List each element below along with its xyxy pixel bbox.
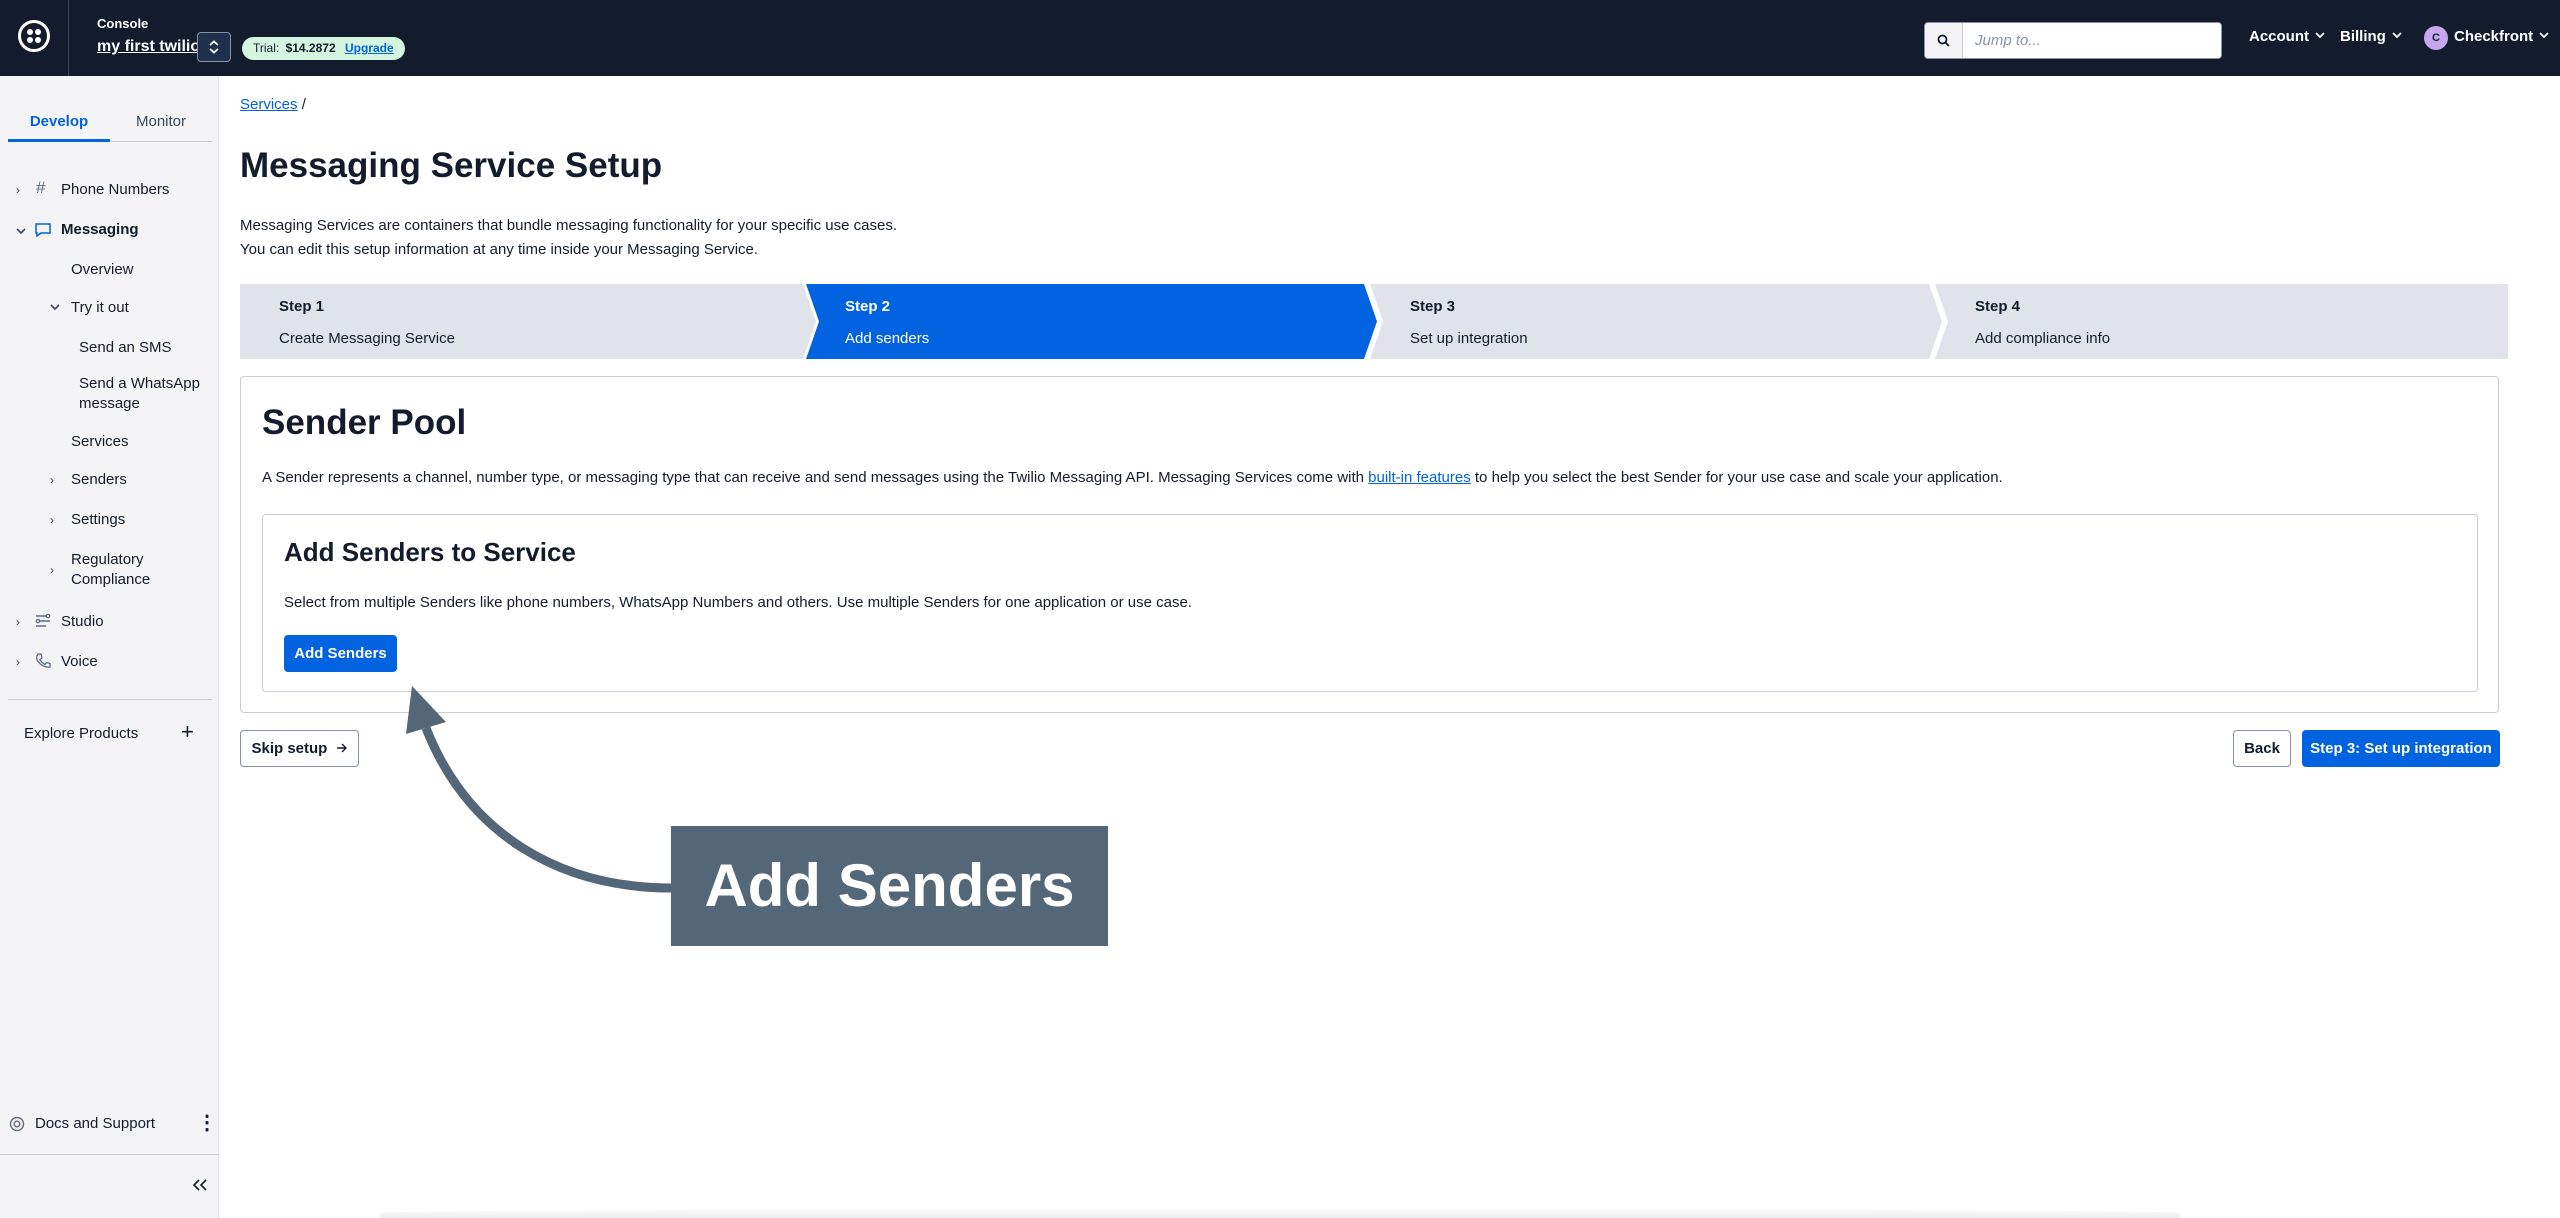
chat-icon [35,223,51,238]
chevron-right-icon[interactable]: › [16,180,20,200]
console-label: Console [97,16,149,31]
sidebar-item-settings[interactable]: Settings [71,510,125,530]
step-2-description: Add senders [845,330,930,347]
billing-menu-label: Billing [2340,28,2386,45]
chevron-down-icon [2392,32,2402,39]
add-senders-title: Add Senders to Service [284,537,576,567]
sidebar-item-send-whatsapp-line1[interactable]: Send a WhatsApp [79,374,200,394]
breadcrumb-services-link[interactable]: Services [240,96,298,113]
more-vertical-icon[interactable]: ⋮ [197,1110,217,1135]
chevron-right-icon[interactable]: › [16,652,20,672]
sidebar-item-voice[interactable]: Voice [61,652,98,672]
step-2-number: Step 2 [845,298,891,315]
breadcrumb: Services / [240,96,306,113]
chevron-right-icon[interactable]: › [50,510,54,530]
step-4-description: Add compliance info [1975,330,2111,347]
chevron-down-icon[interactable] [16,228,26,235]
account-menu[interactable]: Account [2249,28,2325,45]
search-icon [1925,23,1963,58]
add-senders-button[interactable]: Add Senders [284,635,397,672]
page-title: Messaging Service Setup [240,146,663,185]
hash-icon: # [36,178,46,197]
sidebar-divider [8,699,212,700]
sidebar: Develop Monitor [0,76,219,1218]
account-switcher-button[interactable] [197,32,231,62]
add-senders-panel: Add Senders to Service Select from multi… [262,514,2478,692]
trial-balance-badge: Trial: $14.2872 Upgrade [242,37,405,60]
jump-to-input[interactable] [1963,23,2221,58]
sidebar-item-phone-numbers[interactable]: Phone Numbers [61,180,169,200]
breadcrumb-separator: / [301,96,306,113]
sender-desc-text-after: to help you select the best Sender for y… [1470,469,2003,486]
step-1-description: Create Messaging Service [279,330,455,347]
intro-line-2: You can edit this setup information at a… [240,241,759,258]
page-intro: Messaging Services are containers that b… [240,214,897,262]
tab-develop[interactable]: Develop [8,104,110,142]
billing-menu[interactable]: Billing [2340,28,2402,45]
setup-stepper: Step 1 Create Messaging Service Step 2 A… [240,284,2508,359]
studio-icon [35,613,51,627]
sidebar-item-regulatory-line1[interactable]: Regulatory [71,550,144,570]
user-avatar[interactable]: C [2424,26,2448,50]
user-menu[interactable]: Checkfront [2454,28,2549,45]
step-3-number: Step 3 [1410,298,1456,315]
trial-label: Trial: [253,41,280,55]
skip-setup-label: Skip setup [251,740,328,757]
sidebar-footer-divider [0,1154,219,1155]
sidebar-item-messaging[interactable]: Messaging [61,220,139,240]
upgrade-link[interactable]: Upgrade [345,41,394,55]
step-3-description: Set up integration [1410,330,1528,347]
sender-desc-text-before: A Sender represents a channel, number ty… [262,469,1369,486]
explore-products-link[interactable]: Explore Products [24,724,138,744]
sidebar-item-studio[interactable]: Studio [61,612,104,632]
trial-amount: $14.2872 [285,41,336,55]
up-down-chevron-icon [209,40,219,54]
sidebar-item-try-it-out[interactable]: Try it out [71,298,129,318]
topbar-divider [68,0,69,76]
add-senders-description: Select from multiple Senders like phone … [284,594,1192,611]
twilio-logo-icon[interactable] [18,20,50,52]
annotation-arrow-icon [406,686,673,893]
plus-icon[interactable]: + [181,719,194,745]
chevron-right-icon[interactable]: › [50,470,54,490]
annotation-callout: Add Senders [671,826,1108,946]
sender-pool-card: Sender Pool A Sender represents a channe… [240,376,2499,713]
lifebuoy-icon [9,1116,25,1132]
sidebar-tabs: Develop Monitor [8,104,212,142]
intro-line-1: Messaging Services are containers that b… [240,217,898,234]
next-step-button[interactable]: Step 3: Set up integration [2302,730,2500,767]
chevron-down-icon [2539,32,2549,39]
sidebar-item-overview[interactable]: Overview [71,260,134,280]
sidebar-item-send-sms[interactable]: Send an SMS [79,338,172,358]
sidebar-item-services[interactable]: Services [71,432,129,452]
step-1-number: Step 1 [279,298,325,315]
back-button[interactable]: Back [2233,730,2291,767]
sender-pool-title: Sender Pool [262,403,467,442]
account-menu-label: Account [2249,28,2309,45]
chevron-down-icon [2315,32,2325,39]
user-name: Checkfront [2454,28,2534,45]
sidebar-item-send-whatsapp-line2[interactable]: message [79,394,140,414]
stepper-background [240,284,2508,359]
skip-setup-button[interactable]: Skip setup [240,730,359,767]
arrow-right-icon [336,743,347,753]
jump-to-search[interactable] [1924,22,2222,59]
step-4-number: Step 4 [1975,298,2021,315]
docs-and-support-link[interactable]: Docs and Support [35,1115,155,1132]
sender-pool-description: A Sender represents a channel, number ty… [262,469,2003,486]
top-navigation-bar: Console my first twilio Trial: $14.2872 … [0,0,2560,76]
sidebar-item-regulatory-line2[interactable]: Compliance [71,570,150,590]
built-in-features-link[interactable]: built-in features [1368,469,1471,486]
page-bottom-shadow [380,1208,2180,1218]
chevron-right-icon[interactable]: › [50,560,54,580]
account-name-link[interactable]: my first twilio [97,38,200,56]
chevron-right-icon[interactable]: › [16,612,20,632]
sidebar-item-senders[interactable]: Senders [71,470,127,490]
tab-monitor[interactable]: Monitor [110,104,212,142]
chevron-down-icon[interactable] [50,304,60,311]
collapse-sidebar-icon[interactable] [192,1179,208,1191]
phone-icon [35,653,51,668]
